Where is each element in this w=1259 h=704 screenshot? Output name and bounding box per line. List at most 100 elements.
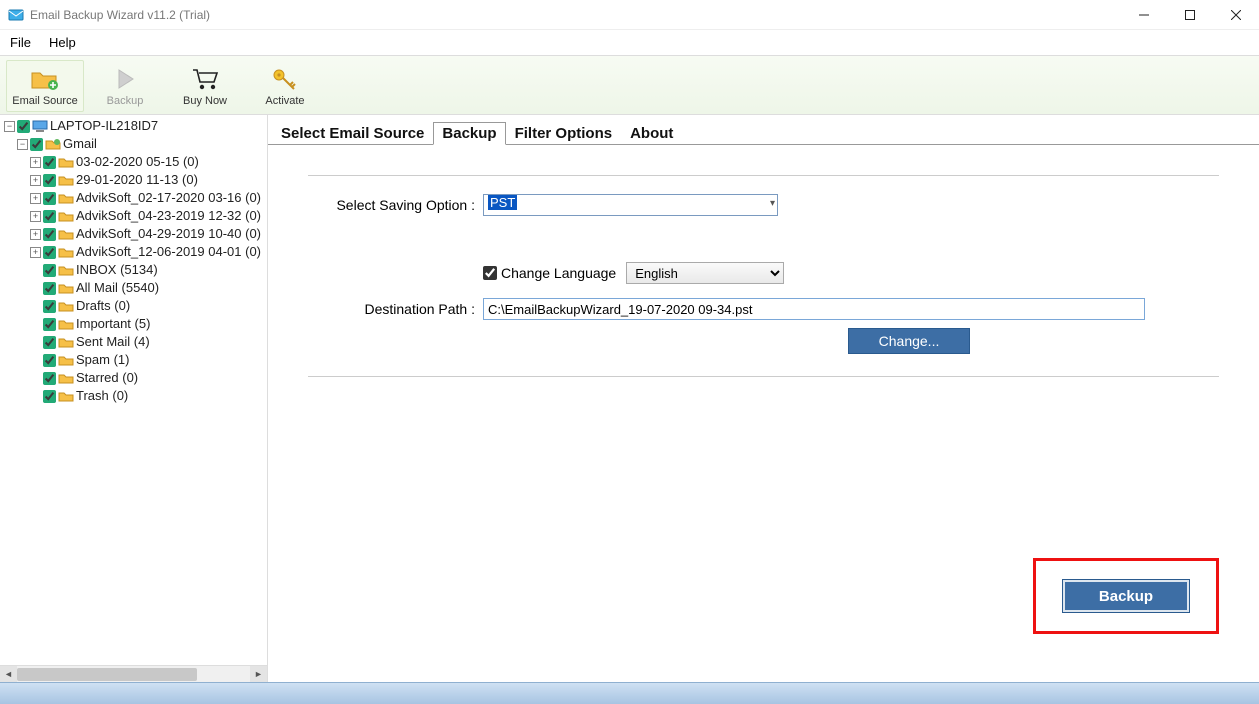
tree-folder[interactable]: +29-01-2020 11-13 (0) [4, 171, 267, 189]
status-bar [0, 682, 1259, 704]
title-bar: Email Backup Wizard v11.2 (Trial) [0, 0, 1259, 30]
expand-icon[interactable]: + [30, 247, 41, 258]
menu-help[interactable]: Help [49, 35, 76, 50]
horizontal-scrollbar[interactable]: ◄ ► [0, 665, 267, 682]
divider [308, 175, 1219, 176]
folder-icon [58, 335, 74, 349]
tree-checkbox[interactable] [30, 138, 43, 151]
tab-filter-options[interactable]: Filter Options [506, 122, 622, 145]
toolbar-backup[interactable]: Backup [86, 60, 164, 112]
tree-item-label: Starred (0) [76, 369, 138, 387]
folder-icon [58, 173, 74, 187]
scroll-left-icon[interactable]: ◄ [0, 666, 17, 683]
tree-item-label: AdvikSoft_04-29-2019 10-40 (0) [76, 225, 261, 243]
tree-item-label: Spam (1) [76, 351, 129, 369]
scroll-thumb[interactable] [17, 668, 197, 681]
window-title: Email Backup Wizard v11.2 (Trial) [30, 8, 1121, 22]
tree-checkbox[interactable] [43, 246, 56, 259]
tree-item-label: AdvikSoft_12-06-2019 04-01 (0) [76, 243, 261, 261]
toolbar-email-source[interactable]: Email Source [6, 60, 84, 112]
tree-item-label: AdvikSoft_02-17-2020 03-16 (0) [76, 189, 261, 207]
saving-option-select[interactable]: PST ▾ [483, 194, 778, 216]
toolbar-activate[interactable]: Activate [246, 60, 324, 112]
tree-mailbox[interactable]: Drafts (0) [4, 297, 267, 315]
tree-mailbox[interactable]: Spam (1) [4, 351, 267, 369]
menu-bar: File Help [0, 30, 1259, 56]
tree-folder[interactable]: + AdvikSoft_12-06-2019 04-01 (0) [4, 243, 267, 261]
tree-checkbox[interactable] [43, 318, 56, 331]
tree-checkbox[interactable] [43, 282, 56, 295]
tree-mailbox[interactable]: All Mail (5540) [4, 279, 267, 297]
toolbar-buy-now[interactable]: Buy Now [166, 60, 244, 112]
expand-icon[interactable]: + [30, 175, 41, 186]
tree-checkbox[interactable] [43, 174, 56, 187]
collapse-icon[interactable]: − [4, 121, 15, 132]
scroll-right-icon[interactable]: ► [250, 666, 267, 683]
tree-item-label: All Mail (5540) [76, 279, 159, 297]
expand-icon[interactable]: + [30, 211, 41, 222]
backup-highlight: Backup [1033, 558, 1219, 634]
tree-checkbox[interactable] [43, 210, 56, 223]
folder-plus-icon [9, 65, 81, 93]
tree-folder[interactable]: + AdvikSoft_02-17-2020 03-16 (0) [4, 189, 267, 207]
scroll-track[interactable] [17, 666, 250, 683]
folder-icon [58, 317, 74, 331]
tree-checkbox[interactable] [17, 120, 30, 133]
tree-item-label: 03-02-2020 05-15 (0) [76, 153, 199, 171]
window-controls [1121, 0, 1259, 30]
tree-folder[interactable]: + AdvikSoft_04-23-2019 12-32 (0) [4, 207, 267, 225]
tree-mailbox[interactable]: Trash (0) [4, 387, 267, 405]
saving-option-label: Select Saving Option : [308, 197, 483, 213]
tree-mailbox[interactable]: INBOX (5134) [4, 261, 267, 279]
tab-select-source[interactable]: Select Email Source [272, 122, 433, 145]
tree-folder[interactable]: + AdvikSoft_04-29-2019 10-40 (0) [4, 225, 267, 243]
chevron-down-icon: ▾ [770, 198, 775, 209]
folder-icon [58, 209, 74, 223]
tree-root[interactable]: − LAPTOP-IL218ID7 [4, 117, 267, 135]
folder-tree[interactable]: − LAPTOP-IL218ID7 − Gmail +03-02-2020 05… [0, 115, 267, 665]
change-language-checkbox[interactable] [483, 266, 497, 280]
destination-path-input[interactable] [483, 298, 1145, 320]
tab-backup[interactable]: Backup [433, 122, 505, 145]
tree-account[interactable]: − Gmail [4, 135, 267, 153]
divider [308, 376, 1219, 377]
tree-checkbox[interactable] [43, 336, 56, 349]
destination-path-label: Destination Path : [308, 301, 483, 317]
folder-icon [58, 353, 74, 367]
language-select[interactable]: English [626, 262, 784, 284]
main-area: − LAPTOP-IL218ID7 − Gmail +03-02-2020 05… [0, 115, 1259, 682]
tree-mailbox[interactable]: Starred (0) [4, 369, 267, 387]
content-pane: Select Email Source Backup Filter Option… [268, 115, 1259, 682]
tree-checkbox[interactable] [43, 354, 56, 367]
close-button[interactable] [1213, 0, 1259, 30]
change-language-label: Change Language [501, 265, 616, 281]
folder-icon [58, 263, 74, 277]
tree-checkbox[interactable] [43, 300, 56, 313]
expand-icon[interactable]: + [30, 229, 41, 240]
minimize-button[interactable] [1121, 0, 1167, 30]
tree-checkbox[interactable] [43, 390, 56, 403]
tree-folder[interactable]: +03-02-2020 05-15 (0) [4, 153, 267, 171]
tree-checkbox[interactable] [43, 264, 56, 277]
expand-icon[interactable]: + [30, 193, 41, 204]
menu-file[interactable]: File [10, 35, 31, 50]
tab-about[interactable]: About [621, 122, 682, 145]
tree-mailbox[interactable]: Important (5) [4, 315, 267, 333]
play-icon [89, 65, 161, 93]
folder-icon [58, 191, 74, 205]
tree-checkbox[interactable] [43, 372, 56, 385]
folder-icon [58, 281, 74, 295]
tree-checkbox[interactable] [43, 156, 56, 169]
cart-icon [169, 65, 241, 93]
expand-icon[interactable]: + [30, 157, 41, 168]
backup-button[interactable]: Backup [1062, 579, 1190, 613]
tree-item-label: Trash (0) [76, 387, 128, 405]
change-button[interactable]: Change... [848, 328, 970, 354]
tree-mailbox[interactable]: Sent Mail (4) [4, 333, 267, 351]
tree-checkbox[interactable] [43, 192, 56, 205]
tree-item-label: Drafts (0) [76, 297, 130, 315]
collapse-icon[interactable]: − [17, 139, 28, 150]
tree-item-label: AdvikSoft_04-23-2019 12-32 (0) [76, 207, 261, 225]
maximize-button[interactable] [1167, 0, 1213, 30]
tree-checkbox[interactable] [43, 228, 56, 241]
